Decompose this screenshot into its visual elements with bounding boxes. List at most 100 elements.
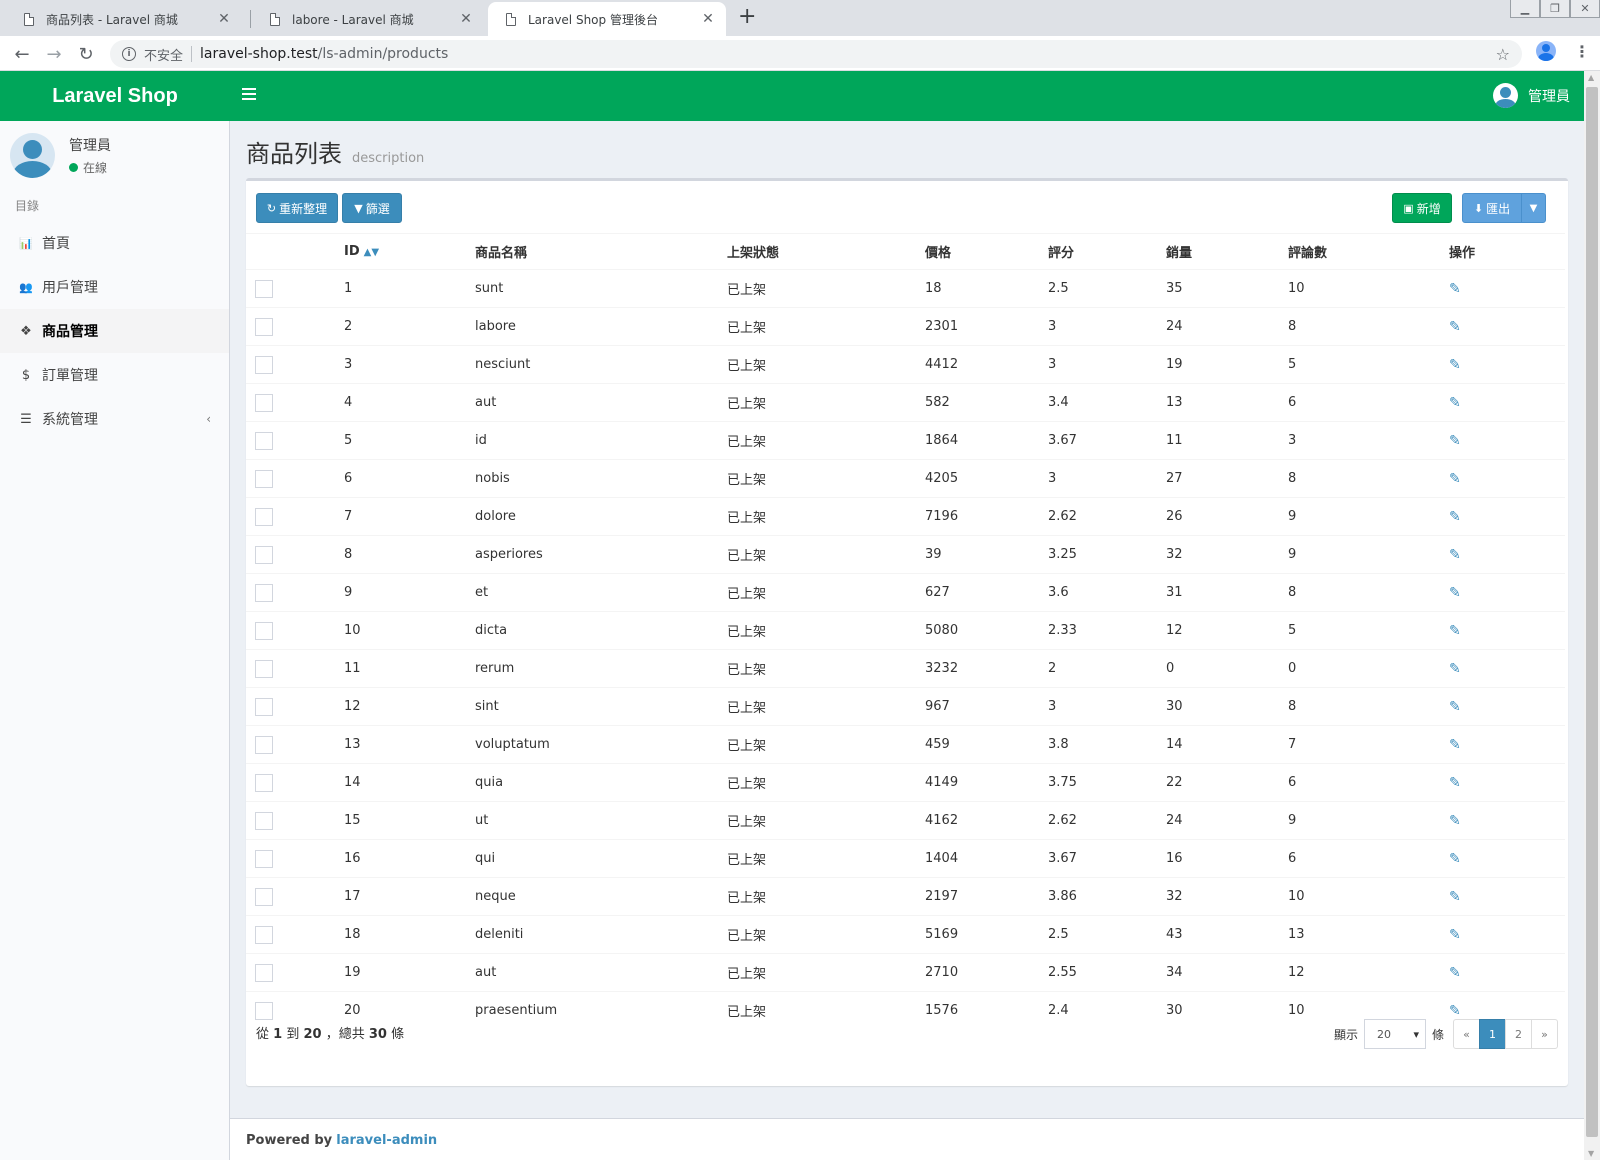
restore-icon[interactable]: ❐ bbox=[1540, 0, 1570, 18]
cell-price: 5080 bbox=[925, 611, 1048, 650]
edit-icon[interactable]: ✎ bbox=[1449, 927, 1461, 943]
row-checkbox[interactable] bbox=[255, 583, 273, 602]
row-checkbox[interactable] bbox=[255, 317, 273, 336]
users-icon: 👥 bbox=[19, 280, 33, 294]
sidebar-item-users[interactable]: 👥 用戶管理 bbox=[0, 265, 229, 309]
new-tab-button[interactable]: + bbox=[738, 4, 756, 29]
row-checkbox[interactable] bbox=[255, 849, 273, 868]
sidebar-item-home[interactable]: 📊 首頁 bbox=[0, 221, 229, 265]
edit-icon[interactable]: ✎ bbox=[1449, 509, 1461, 525]
row-checkbox[interactable] bbox=[255, 659, 273, 678]
per-page-select[interactable]: 20 bbox=[1363, 1019, 1426, 1049]
browser-menu-icon[interactable]: ⋮ bbox=[1574, 42, 1590, 61]
edit-icon[interactable]: ✎ bbox=[1449, 813, 1461, 829]
edit-icon[interactable]: ✎ bbox=[1449, 433, 1461, 449]
omnibox[interactable]: i 不安全 laravel-shop.test/ls-admin/product… bbox=[110, 40, 1522, 68]
cell-price: 1864 bbox=[925, 421, 1048, 460]
sidebar-item-products[interactable]: ❖ 商品管理 bbox=[0, 309, 229, 353]
export-button[interactable]: ⬇ 匯出 bbox=[1462, 193, 1522, 223]
browser-profile-icon[interactable] bbox=[1536, 41, 1556, 61]
row-checkbox[interactable] bbox=[255, 279, 273, 298]
user-menu[interactable]: 管理員 bbox=[1493, 83, 1570, 108]
close-tab-icon[interactable]: ✕ bbox=[216, 11, 232, 27]
cell-name: aut bbox=[475, 953, 727, 992]
new-button[interactable]: ▣ 新增 bbox=[1392, 193, 1452, 223]
minimize-icon[interactable]: ▁ bbox=[1510, 0, 1540, 18]
page-description: description bbox=[352, 151, 425, 166]
next-page-button[interactable]: » bbox=[1531, 1019, 1558, 1049]
edit-icon[interactable]: ✎ bbox=[1449, 547, 1461, 563]
count-text: 從 bbox=[256, 1027, 270, 1042]
row-checkbox[interactable] bbox=[255, 811, 273, 830]
row-checkbox[interactable] bbox=[255, 773, 273, 792]
back-icon[interactable]: ← bbox=[10, 42, 34, 66]
column-header-id[interactable]: ID ▲▼ bbox=[344, 233, 475, 270]
row-checkbox[interactable] bbox=[255, 887, 273, 906]
edit-icon[interactable]: ✎ bbox=[1449, 471, 1461, 487]
info-icon[interactable]: i bbox=[122, 47, 136, 61]
edit-icon[interactable]: ✎ bbox=[1449, 889, 1461, 905]
row-checkbox[interactable] bbox=[255, 963, 273, 982]
edit-icon[interactable]: ✎ bbox=[1449, 623, 1461, 639]
browser-tab-2[interactable]: labore - Laravel 商城 ✕ bbox=[252, 2, 484, 36]
edit-icon[interactable]: ✎ bbox=[1449, 775, 1461, 791]
scroll-down-icon[interactable]: ▼ bbox=[1588, 1149, 1594, 1158]
sidebar-toggle-icon[interactable] bbox=[242, 88, 256, 102]
row-checkbox[interactable] bbox=[255, 697, 273, 716]
close-tab-icon[interactable]: ✕ bbox=[700, 11, 716, 27]
edit-icon[interactable]: ✎ bbox=[1449, 585, 1461, 601]
cell-reviews: 8 bbox=[1288, 307, 1449, 346]
row-checkbox[interactable] bbox=[255, 431, 273, 450]
url-host: laravel-shop.test bbox=[200, 46, 318, 62]
app-logo[interactable]: Laravel Shop bbox=[0, 71, 230, 121]
reload-icon[interactable]: ↻ bbox=[74, 42, 98, 66]
close-window-icon[interactable]: ✕ bbox=[1570, 0, 1600, 18]
scroll-up-icon[interactable]: ▲ bbox=[1588, 73, 1594, 82]
row-checkbox[interactable] bbox=[255, 621, 273, 640]
sort-icon[interactable]: ▲▼ bbox=[364, 247, 379, 258]
export-dropdown-button[interactable]: ▼ bbox=[1521, 193, 1546, 223]
cell-name: sint bbox=[475, 687, 727, 726]
row-checkbox[interactable] bbox=[255, 507, 273, 526]
laravel-admin-link[interactable]: laravel-admin bbox=[336, 1133, 437, 1148]
row-checkbox[interactable] bbox=[255, 545, 273, 564]
forward-icon[interactable]: → bbox=[42, 42, 66, 66]
edit-icon[interactable]: ✎ bbox=[1449, 395, 1461, 411]
row-checkbox[interactable] bbox=[255, 1001, 273, 1020]
edit-icon[interactable]: ✎ bbox=[1449, 851, 1461, 867]
row-checkbox[interactable] bbox=[255, 735, 273, 754]
edit-icon[interactable]: ✎ bbox=[1449, 699, 1461, 715]
close-tab-icon[interactable]: ✕ bbox=[458, 11, 474, 27]
browser-tab-1[interactable]: 商品列表 - Laravel 商城 ✕ bbox=[6, 2, 242, 36]
edit-icon[interactable]: ✎ bbox=[1449, 281, 1461, 297]
filter-button[interactable]: ▼ 篩選 bbox=[342, 193, 402, 223]
scrollbar-thumb[interactable] bbox=[1586, 87, 1598, 1137]
page-2-button[interactable]: 2 bbox=[1505, 1019, 1532, 1049]
sidebar-item-orders[interactable]: $ 訂單管理 bbox=[0, 353, 229, 397]
edit-icon[interactable]: ✎ bbox=[1449, 357, 1461, 373]
edit-icon[interactable]: ✎ bbox=[1449, 1003, 1461, 1019]
browser-tab-3[interactable]: Laravel Shop 管理後台 ✕ bbox=[488, 2, 726, 36]
per-page-unit: 條 bbox=[1431, 1027, 1444, 1042]
edit-icon[interactable]: ✎ bbox=[1449, 737, 1461, 753]
prev-page-button[interactable]: « bbox=[1453, 1019, 1480, 1049]
bookmark-star-icon[interactable]: ☆ bbox=[1496, 45, 1510, 64]
cell-reviews: 0 bbox=[1288, 649, 1449, 688]
url-text[interactable]: laravel-shop.test/ls-admin/products bbox=[200, 46, 448, 62]
refresh-button[interactable]: ↻ 重新整理 bbox=[256, 193, 338, 223]
edit-icon[interactable]: ✎ bbox=[1449, 965, 1461, 981]
cell-status: 已上架 bbox=[727, 687, 925, 726]
row-checkbox[interactable] bbox=[255, 393, 273, 412]
cell-price: 1404 bbox=[925, 839, 1048, 878]
cell-price: 2710 bbox=[925, 953, 1048, 992]
row-checkbox[interactable] bbox=[255, 925, 273, 944]
cell-rating: 3.86 bbox=[1048, 877, 1166, 916]
column-header-status: 上架狀態 bbox=[727, 233, 925, 270]
row-checkbox[interactable] bbox=[255, 355, 273, 374]
sidebar-item-system[interactable]: ☰ 系統管理 ‹ bbox=[0, 397, 229, 441]
edit-icon[interactable]: ✎ bbox=[1449, 661, 1461, 677]
page-scrollbar[interactable]: ▲ ▼ bbox=[1584, 71, 1600, 1160]
page-1-button[interactable]: 1 bbox=[1479, 1019, 1506, 1049]
edit-icon[interactable]: ✎ bbox=[1449, 319, 1461, 335]
row-checkbox[interactable] bbox=[255, 469, 273, 488]
